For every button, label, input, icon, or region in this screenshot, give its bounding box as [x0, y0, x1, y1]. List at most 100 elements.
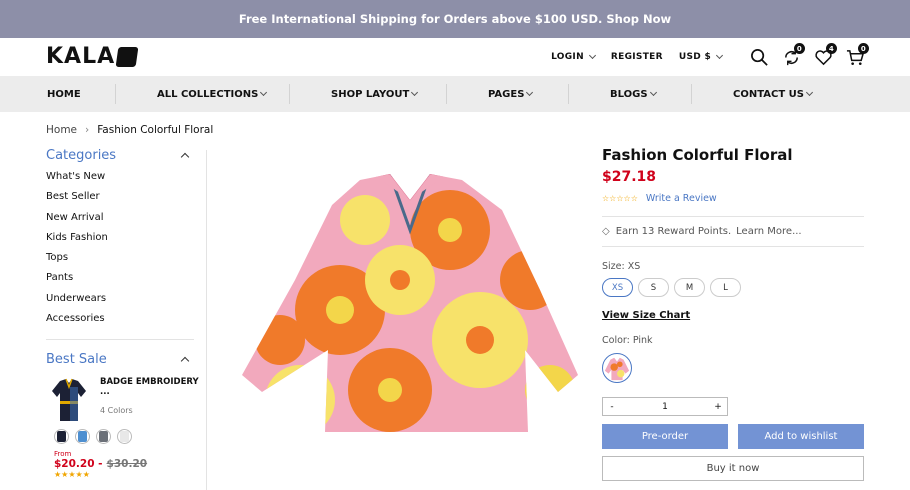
color-label: Color: Pink	[602, 335, 653, 346]
category-item[interactable]: What's New	[46, 171, 206, 191]
best-sale-color-count: 4 Colors	[100, 406, 133, 416]
category-item[interactable]: Accessories	[46, 313, 206, 333]
rating-stars: ☆☆☆☆☆	[602, 194, 638, 203]
promo-text: Free International Shipping for Orders a…	[238, 12, 672, 26]
reward-points: ◇ Earn 13 Reward Points. Learn More...	[602, 217, 864, 246]
register-link[interactable]: REGISTER	[611, 52, 663, 62]
wishlist-count-badge: 4	[826, 43, 837, 54]
size-option-xs[interactable]: XS	[602, 278, 633, 297]
qty-increase-button[interactable]: +	[709, 398, 727, 415]
old-price: $30.20	[106, 458, 148, 471]
login-link[interactable]: LOGIN	[551, 51, 596, 62]
product-details: Fashion Colorful Floral $27.18 ☆☆☆☆☆ Wri…	[602, 146, 864, 481]
size-option-l[interactable]: L	[710, 278, 741, 297]
swatch-fill	[99, 431, 108, 443]
swatch-fill	[57, 431, 66, 443]
category-item[interactable]: Underwears	[46, 293, 206, 313]
reward-text: Earn 13 Reward Points.	[615, 226, 732, 237]
chevron-down-icon	[805, 88, 814, 97]
preorder-button[interactable]: Pre-order	[602, 424, 728, 449]
category-item[interactable]: Pants	[46, 272, 206, 292]
categories-title: Categories	[46, 148, 117, 163]
currency-label: USD $	[678, 52, 711, 62]
rating-stars: ★★★★★	[54, 470, 90, 480]
nav-item-all-collections[interactable]: ALL COLLECTIONS	[157, 76, 268, 112]
nav-divider	[446, 84, 447, 104]
nav-item-shop-layout[interactable]: SHOP LAYOUT	[331, 76, 419, 112]
chevron-down-icon	[715, 51, 724, 60]
sale-price: $20.20 -	[54, 458, 103, 471]
chevron-right-icon: ›	[85, 124, 90, 136]
best-sale-header[interactable]: Best Sale	[46, 352, 190, 368]
breadcrumb: Home › Fashion Colorful Floral	[46, 124, 213, 136]
category-item[interactable]: Best Seller	[46, 191, 206, 211]
rating-row: ☆☆☆☆☆ Write a Review	[602, 193, 864, 204]
chevron-up-icon[interactable]	[180, 357, 190, 366]
chevron-down-icon	[649, 88, 657, 97]
sidebar-divider	[206, 150, 207, 490]
register-label: REGISTER	[610, 52, 663, 62]
cart-count-badge: 0	[858, 43, 869, 54]
nav-item-contact-us[interactable]: CONTACT US	[733, 76, 814, 112]
header-actions: LOGIN REGISTER USD $ 0 4 0	[551, 38, 869, 76]
color-swatch[interactable]	[75, 429, 90, 445]
nav-item-pages[interactable]: PAGES	[488, 76, 534, 112]
learn-more-link[interactable]: Learn More...	[736, 226, 801, 237]
product-price: $27.18	[602, 169, 657, 185]
size-options: XS S M L	[602, 278, 864, 297]
currency-selector[interactable]: USD $	[678, 51, 724, 62]
compare-icon[interactable]: 0	[780, 43, 805, 68]
site-logo[interactable]: KALA	[46, 44, 139, 69]
nav-divider	[115, 84, 116, 104]
color-swatch[interactable]	[96, 429, 111, 445]
chevron-down-icon	[588, 51, 596, 60]
add-to-wishlist-button[interactable]: Add to wishlist	[738, 424, 864, 449]
polo-shirt-thumbnail[interactable]	[50, 377, 88, 425]
compare-count-badge: 0	[794, 43, 805, 54]
logo-text: KALA	[46, 44, 116, 69]
chevron-down-icon	[411, 88, 419, 97]
nav-item-blogs[interactable]: BLOGS	[610, 76, 657, 112]
nav-divider	[691, 84, 692, 104]
nav-label: ALL COLLECTIONS	[157, 88, 259, 100]
chevron-down-icon	[260, 88, 268, 97]
chevron-down-icon	[526, 88, 534, 97]
login-label: LOGIN	[551, 52, 584, 62]
category-item[interactable]: Kids Fashion	[46, 232, 206, 252]
sidebar: Categories What's New Best Seller New Ar…	[46, 148, 206, 479]
color-swatch[interactable]	[117, 429, 132, 445]
diamond-icon: ◇	[602, 226, 610, 237]
cart-icon[interactable]: 0	[844, 43, 869, 68]
color-swatches	[54, 429, 200, 445]
chevron-up-icon[interactable]	[180, 152, 190, 162]
categories-header[interactable]: Categories	[46, 148, 190, 163]
best-sale-product-name[interactable]: BADGE EMBROIDERY ...	[100, 377, 200, 397]
write-review-link[interactable]: Write a Review	[646, 193, 717, 204]
promo-banner[interactable]: Free International Shipping for Orders a…	[0, 0, 910, 38]
category-item[interactable]: New Arrival	[46, 212, 206, 232]
product-image[interactable]	[240, 170, 580, 435]
main-nav: HOME ALL COLLECTIONS SHOP LAYOUT PAGES B…	[0, 76, 910, 112]
nav-item-home[interactable]: HOME	[47, 76, 81, 112]
best-sale-title: Best Sale	[46, 352, 107, 368]
view-size-chart-link[interactable]: View Size Chart	[602, 310, 690, 321]
nav-divider	[568, 84, 569, 104]
color-swatch[interactable]	[54, 429, 69, 445]
wishlist-heart-icon[interactable]: 4	[812, 43, 837, 68]
category-list: What's New Best Seller New Arrival Kids …	[46, 171, 206, 333]
swatch-fill	[78, 431, 87, 443]
size-option-s[interactable]: S	[638, 278, 669, 297]
qty-decrease-button[interactable]: -	[603, 398, 621, 415]
breadcrumb-current: Fashion Colorful Floral	[97, 124, 214, 136]
buy-it-now-button[interactable]: Buy it now	[602, 456, 864, 481]
best-sale-price: From $20.20 - $30.20 ★★★★★	[54, 450, 200, 479]
category-item[interactable]: Tops	[46, 252, 206, 272]
search-icon[interactable]	[748, 46, 770, 68]
breadcrumb-home-link[interactable]: Home	[46, 124, 77, 136]
color-option-pink[interactable]	[602, 353, 632, 383]
best-sale-product[interactable]: BADGE EMBROIDERY ... 4 Colors From $20.2…	[46, 377, 206, 479]
qty-input[interactable]: 1	[621, 398, 709, 415]
nav-label: HOME	[47, 88, 81, 100]
nav-label: SHOP LAYOUT	[331, 88, 410, 100]
size-option-m[interactable]: M	[674, 278, 705, 297]
